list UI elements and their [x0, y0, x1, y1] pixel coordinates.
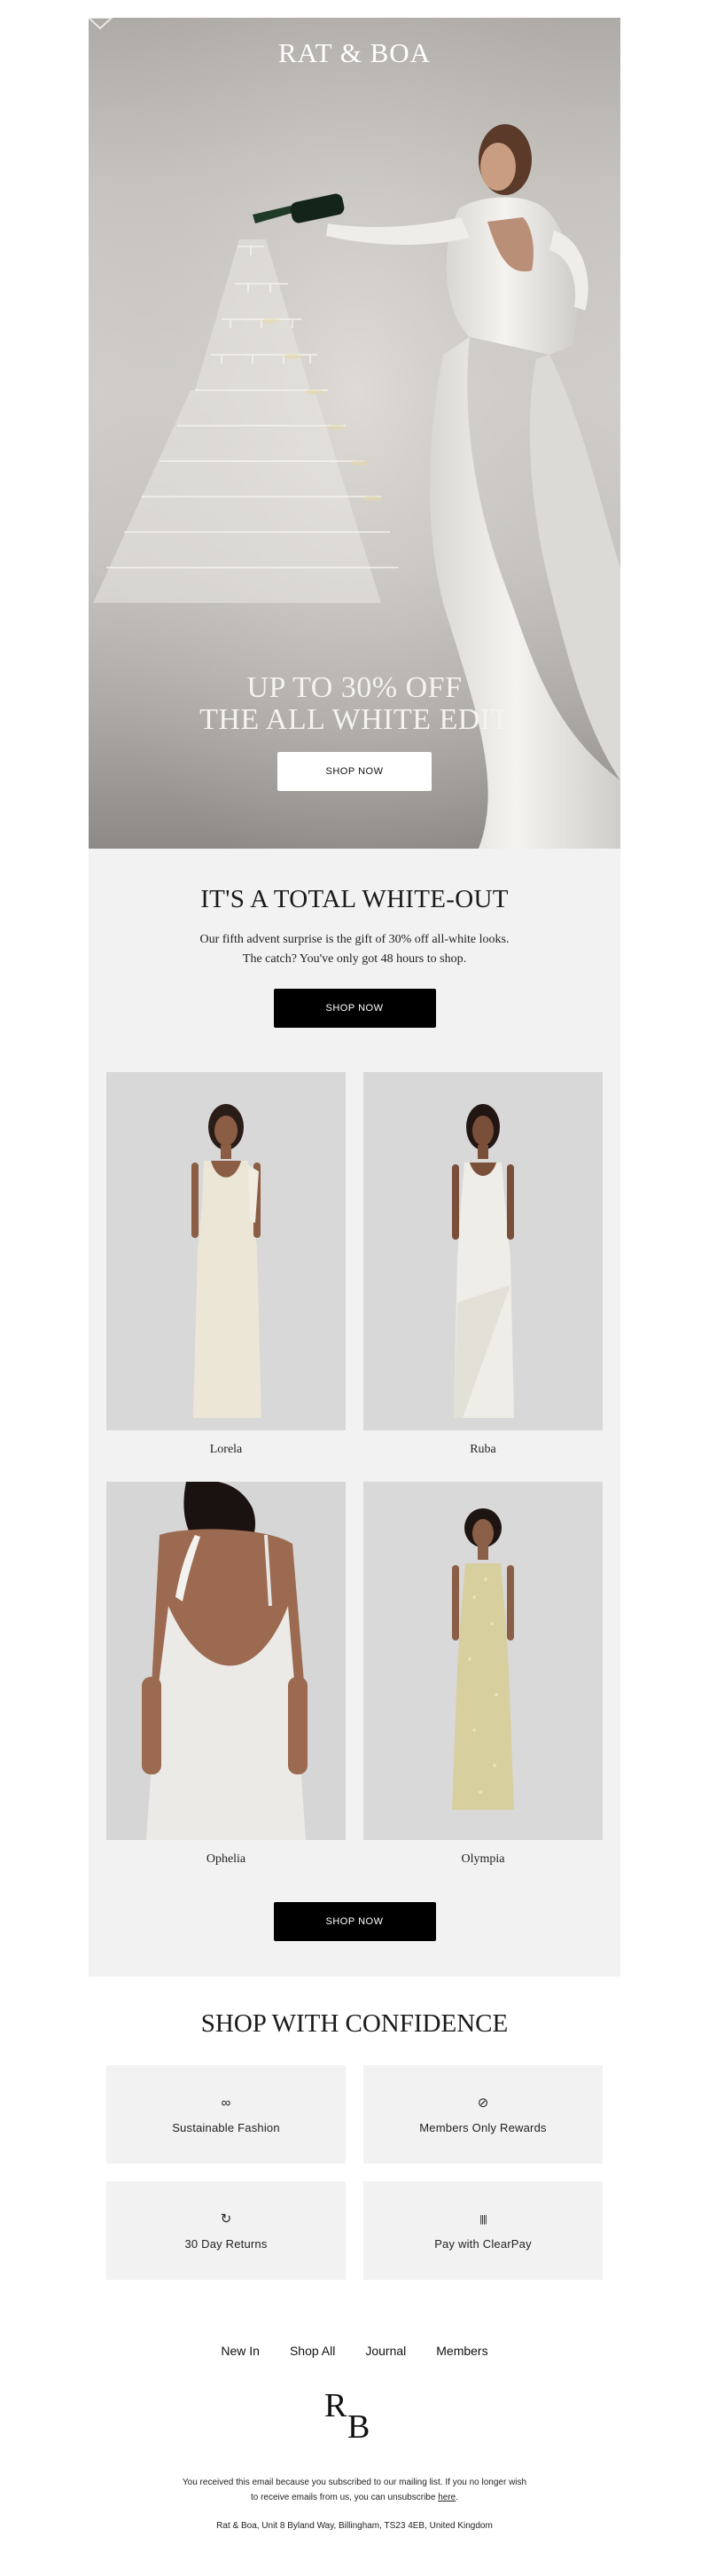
product-image-lorela[interactable] [106, 1072, 346, 1430]
product-card-lorela[interactable]: Lorela [106, 1072, 346, 1462]
refresh-icon: ↻ [220, 2212, 232, 2227]
legal-notice: You received this email because you subs… [89, 2475, 620, 2505]
rb-monogram-logo[interactable]: R B [319, 2384, 390, 2441]
product-grid: Lorela Ruba Ophelia Olympia [89, 1028, 620, 1872]
footer-link-shop-all[interactable]: Shop All [290, 2344, 335, 2358]
company-address: Rat & Boa, Unit 8 Byland Way, Billingham… [216, 2521, 493, 2531]
hero-headline: UP TO 30% OFF THE ALL WHITE EDIT [89, 672, 620, 736]
confidence-label: Sustainable Fashion [172, 2121, 280, 2134]
legal-line2-end: . [456, 2493, 458, 2502]
footer-link-journal[interactable]: Journal [365, 2344, 406, 2358]
whiteout-title: IT'S A TOTAL WHITE-OUT [200, 885, 509, 913]
product-name-olympia[interactable]: Olympia [363, 1852, 603, 1872]
whiteout-body-line1: Our fifth advent surprise is the gift of… [199, 933, 510, 946]
confidence-item-clearpay[interactable]: |||| Pay with ClearPay [363, 2181, 603, 2280]
hero-banner[interactable]: RAT & BOA UP TO 30% OFF THE ALL WHITE ED… [89, 18, 620, 849]
hero-headline-line1: UP TO 30% OFF [246, 671, 463, 704]
confidence-title: SHOP WITH CONFIDENCE [200, 2009, 509, 2038]
footer-link-members[interactable]: Members [436, 2344, 487, 2358]
brand-logo[interactable]: RAT & BOA [89, 37, 620, 69]
email-container: RAT & BOA UP TO 30% OFF THE ALL WHITE ED… [89, 18, 620, 2531]
whiteout-body-line2: The catch? You've only got 48 hours to s… [242, 952, 467, 966]
whiteout-section: IT'S A TOTAL WHITE-OUT Our fifth advent … [89, 849, 620, 1977]
product-name-ophelia[interactable]: Ophelia [106, 1852, 346, 1872]
infinity-icon: ∞ [221, 2095, 231, 2110]
confidence-item-returns[interactable]: ↻ 30 Day Returns [106, 2181, 346, 2280]
hero-headline-line2: THE ALL WHITE EDIT [199, 703, 510, 736]
svg-text:R: R [324, 2387, 347, 2424]
confidence-label: 30 Day Returns [184, 2237, 268, 2251]
whiteout-body: Our fifth advent surprise is the gift of… [89, 930, 620, 969]
product-card-ruba[interactable]: Ruba [363, 1072, 603, 1462]
confidence-item-rewards[interactable]: ⊘ Members Only Rewards [363, 2065, 603, 2164]
footer-nav: New In Shop All Journal Members [89, 2344, 620, 2358]
unsubscribe-link[interactable]: here [438, 2493, 456, 2502]
whiteout-shop-now-button[interactable]: SHOP NOW [273, 989, 436, 1028]
compass-icon: ⊘ [477, 2095, 489, 2110]
svg-text:B: B [347, 2408, 370, 2441]
products-shop-now-button[interactable]: SHOP NOW [273, 1902, 436, 1941]
legal-line1: You received this email because you subs… [182, 2478, 527, 2487]
clearpay-icon: |||| [479, 2214, 487, 2225]
product-image-ruba[interactable] [363, 1072, 603, 1430]
product-image-olympia[interactable] [363, 1482, 603, 1840]
hero-shop-now-button[interactable]: SHOP NOW [277, 752, 432, 791]
product-name-ruba[interactable]: Ruba [363, 1443, 603, 1462]
product-image-ophelia[interactable] [106, 1482, 346, 1840]
product-card-ophelia[interactable]: Ophelia [106, 1482, 346, 1872]
confidence-label: Pay with ClearPay [434, 2237, 532, 2251]
confidence-item-sustainable[interactable]: ∞ Sustainable Fashion [106, 2065, 346, 2164]
confidence-label: Members Only Rewards [419, 2121, 547, 2134]
legal-line2: to receive emails from us, you can unsub… [250, 2493, 436, 2502]
footer-link-new-in[interactable]: New In [221, 2344, 260, 2358]
product-card-olympia[interactable]: Olympia [363, 1482, 603, 1872]
confidence-section: SHOP WITH CONFIDENCE ∞ Sustainable Fashi… [89, 2009, 620, 2531]
product-name-lorela[interactable]: Lorela [106, 1443, 346, 1462]
